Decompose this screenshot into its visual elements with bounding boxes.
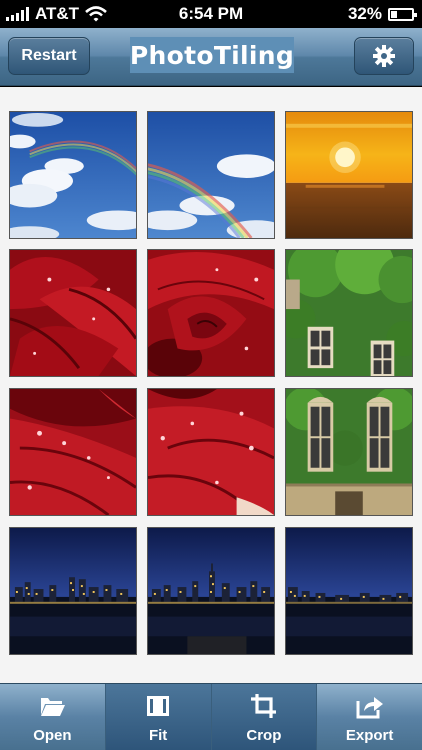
photo-tile[interactable] (147, 527, 275, 655)
night-skyline-image (286, 528, 412, 654)
red-rose-image (148, 389, 274, 515)
ivy-building-image (286, 389, 412, 515)
crop-button[interactable]: Crop (211, 684, 318, 750)
sky-rainbow-image (10, 112, 136, 238)
photo-tile[interactable] (9, 111, 137, 239)
photo-tile[interactable] (285, 388, 413, 516)
gear-icon (373, 45, 395, 67)
crop-label: Crop (246, 727, 282, 744)
photo-tile[interactable] (147, 249, 275, 377)
photo-tile[interactable] (285, 527, 413, 655)
sky-rainbow-image (148, 112, 274, 238)
photo-tile[interactable] (285, 249, 413, 377)
battery-percent: 32% (347, 4, 382, 23)
crop-icon (250, 694, 276, 718)
red-rose-image (148, 250, 274, 376)
photo-tile[interactable] (9, 527, 137, 655)
red-rose-image (10, 389, 136, 515)
open-label: Open (33, 727, 72, 744)
folder-open-icon (41, 698, 66, 716)
battery-icon (388, 7, 417, 21)
settings-button[interactable] (354, 37, 414, 75)
status-bar: AT&T 6:54 PM 32% (0, 0, 422, 28)
fit-icon (147, 696, 170, 716)
photo-tile[interactable] (285, 111, 413, 239)
night-skyline-image (148, 528, 274, 654)
status-right: 32% (347, 4, 417, 24)
photo-tile[interactable] (147, 388, 275, 516)
red-rose-image (10, 250, 136, 376)
open-button[interactable]: Open (0, 684, 106, 750)
fit-button[interactable]: Fit (105, 684, 212, 750)
photo-tile[interactable] (147, 111, 275, 239)
fit-label: Fit (148, 727, 168, 744)
app-title: PhotoTiling (130, 37, 294, 73)
sunset-image (286, 112, 412, 238)
photo-tile[interactable] (9, 249, 137, 377)
export-button[interactable]: Export (317, 684, 422, 750)
bottom-toolbar: Open Fit Crop Export (0, 683, 422, 750)
restart-button[interactable]: Restart (8, 37, 90, 75)
navigation-bar: Restart PhotoTiling (0, 28, 422, 86)
photo-tile[interactable] (9, 388, 137, 516)
photo-tile-grid (0, 87, 422, 683)
export-icon (356, 697, 383, 719)
ivy-building-image (286, 250, 412, 376)
night-skyline-image (10, 528, 136, 654)
export-label: Export (345, 727, 394, 744)
